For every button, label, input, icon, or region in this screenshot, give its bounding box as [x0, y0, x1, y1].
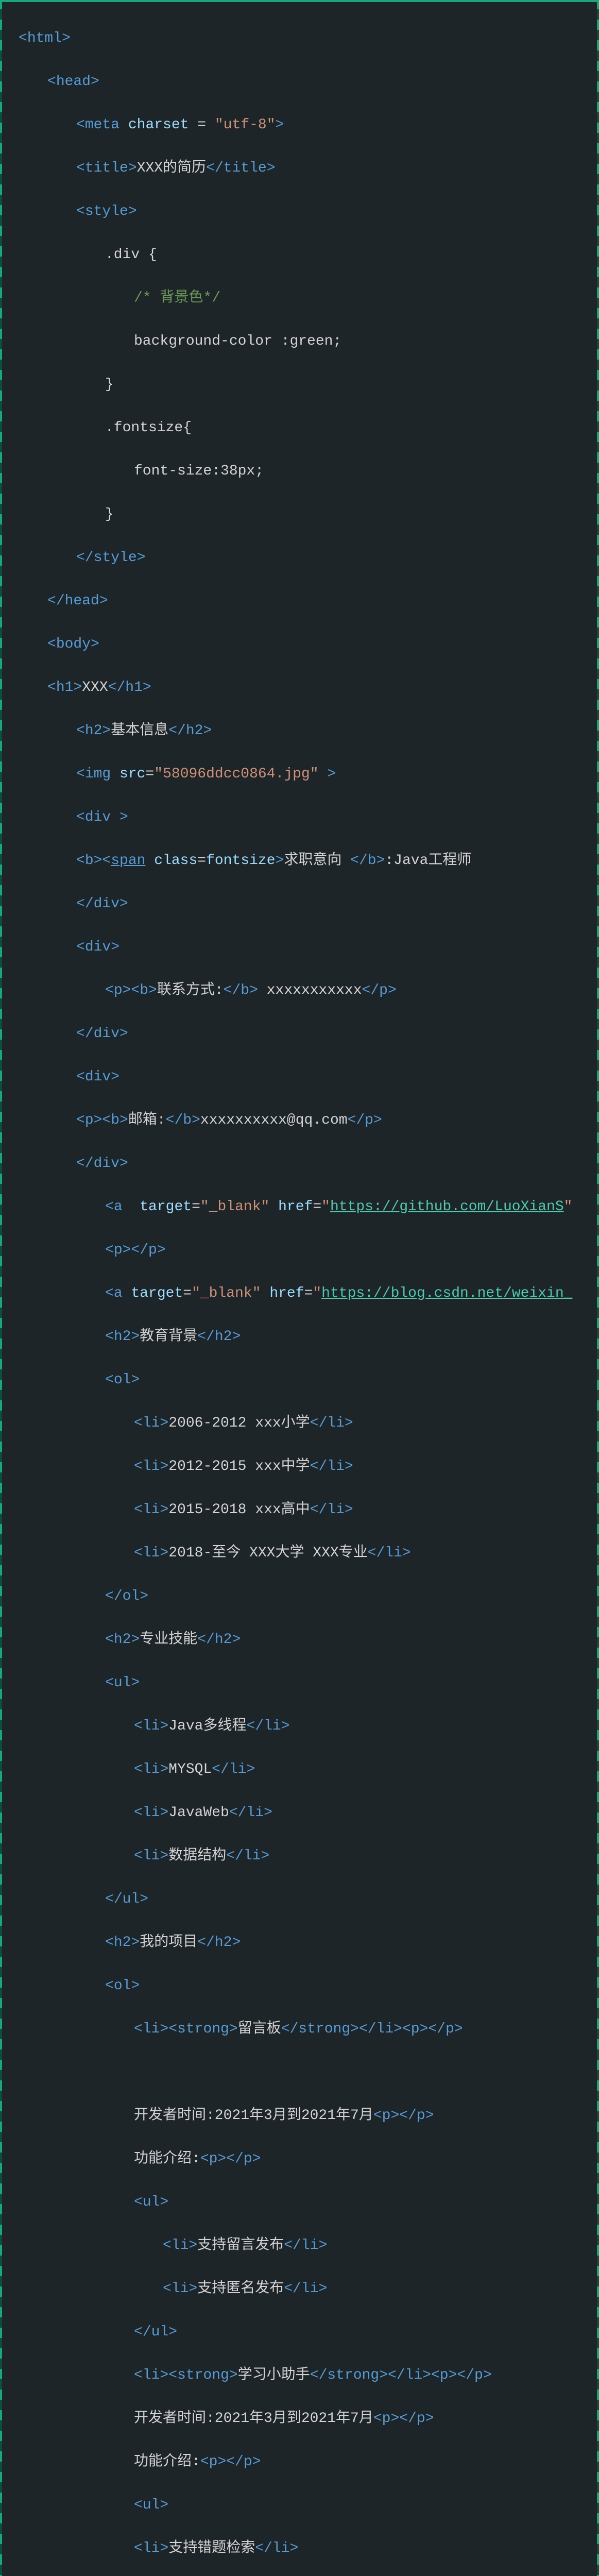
- code-line[interactable]: </ol>: [19, 1586, 593, 1607]
- code-line[interactable]: .div {: [19, 244, 593, 266]
- code-line[interactable]: <style>: [19, 201, 593, 223]
- code-line[interactable]: </div>: [19, 893, 593, 915]
- code-line[interactable]: </ul>: [19, 2321, 593, 2343]
- code-line[interactable]: <ul>: [19, 2192, 593, 2213]
- code-line[interactable]: 开发者时间:2021年3月到2021年7月<p></p>: [19, 2408, 593, 2430]
- code-line[interactable]: </style>: [19, 547, 593, 569]
- code-line[interactable]: <b><span class=fontsize>求职意向 </b>:Java工程…: [19, 850, 593, 872]
- code-editor-frame: <html> <head> <meta charset = "utf-8"> <…: [0, 0, 599, 2576]
- code-line[interactable]: }: [19, 504, 593, 526]
- code-line[interactable]: <h2>基本信息</h2>: [19, 720, 593, 742]
- code-line[interactable]: <ul>: [19, 2495, 593, 2516]
- code-line[interactable]: <h2>专业技能</h2>: [19, 1629, 593, 1651]
- code-line[interactable]: <a target="_blank" href="https://blog.cs…: [19, 1283, 593, 1304]
- code-line[interactable]: <head>: [19, 71, 593, 93]
- fold-gutter: [4, 2, 16, 2576]
- code-line[interactable]: <li>Java多线程</li>: [19, 1716, 593, 1737]
- code-line[interactable]: <h2>教育背景</h2>: [19, 1326, 593, 1348]
- code-line[interactable]: <img src="58096ddcc0864.jpg" >: [19, 764, 593, 785]
- code-line[interactable]: </ul>: [19, 1889, 593, 1910]
- code-line[interactable]: <li>支持留言发布</li>: [19, 2235, 593, 2257]
- code-line[interactable]: </div>: [19, 1023, 593, 1045]
- code-line[interactable]: <html>: [19, 28, 593, 49]
- code-line[interactable]: <title>XXX的简历</title>: [19, 158, 593, 179]
- code-line[interactable]: <li>2018-至今 XXX大学 XXX专业</li>: [19, 1543, 593, 1564]
- code-line[interactable]: background-color :green;: [19, 331, 593, 352]
- code-line[interactable]: font-size:38px;: [19, 461, 593, 482]
- code-line[interactable]: <a target="_blank" href="https://github.…: [19, 1196, 593, 1218]
- code-line[interactable]: <li>支持匿名发布</li>: [19, 2278, 593, 2300]
- code-line[interactable]: [19, 2062, 593, 2083]
- code-line[interactable]: 功能介绍:<p></p>: [19, 2451, 593, 2473]
- code-line[interactable]: <div>: [19, 937, 593, 958]
- code-line[interactable]: <div>: [19, 1066, 593, 1088]
- code-line[interactable]: .fontsize{: [19, 417, 593, 439]
- code-line[interactable]: <h2>我的项目</h2>: [19, 1932, 593, 1954]
- code-line[interactable]: <p><b>联系方式:</b> xxxxxxxxxxx</p>: [19, 980, 593, 1002]
- code-line[interactable]: <li><strong>学习小助手</strong></li><p></p>: [19, 2365, 593, 2386]
- code-line[interactable]: <li><strong>留言板</strong></li><p></p>: [19, 2019, 593, 2040]
- code-line[interactable]: <meta charset = "utf-8">: [19, 114, 593, 136]
- code-line[interactable]: <li>JavaWeb</li>: [19, 1802, 593, 1824]
- code-line[interactable]: 功能介绍:<p></p>: [19, 2148, 593, 2170]
- code-line[interactable]: <p><b>邮箱:</b>xxxxxxxxxx@qq.com</p>: [19, 1110, 593, 1131]
- code-line[interactable]: <ol>: [19, 1975, 593, 1997]
- code-line[interactable]: <ol>: [19, 1369, 593, 1391]
- code-line[interactable]: <p></p>: [19, 1240, 593, 1261]
- code-line[interactable]: <li>2012-2015 xxx中学</li>: [19, 1456, 593, 1478]
- code-line[interactable]: </div>: [19, 1153, 593, 1175]
- code-line[interactable]: <li>支持错题检索</li>: [19, 2538, 593, 2560]
- code-line[interactable]: </head>: [19, 590, 593, 612]
- code-line[interactable]: 开发者时间:2021年3月到2021年7月<p></p>: [19, 2105, 593, 2127]
- code-line[interactable]: <body>: [19, 634, 593, 655]
- code-line[interactable]: <ul>: [19, 1672, 593, 1694]
- code-line[interactable]: <li>2006-2012 xxx小学</li>: [19, 1413, 593, 1434]
- code-line[interactable]: <div >: [19, 807, 593, 828]
- code-line[interactable]: /* 背景色*/: [19, 287, 593, 309]
- code-line[interactable]: <li>MYSQL</li>: [19, 1759, 593, 1781]
- code-content[interactable]: <html> <head> <meta charset = "utf-8"> <…: [19, 6, 593, 2576]
- code-line[interactable]: }: [19, 374, 593, 396]
- code-line[interactable]: <h1>XXX</h1>: [19, 677, 593, 699]
- code-line[interactable]: <li>2015-2018 xxx高中</li>: [19, 1499, 593, 1521]
- code-line[interactable]: <li>数据结构</li>: [19, 1845, 593, 1867]
